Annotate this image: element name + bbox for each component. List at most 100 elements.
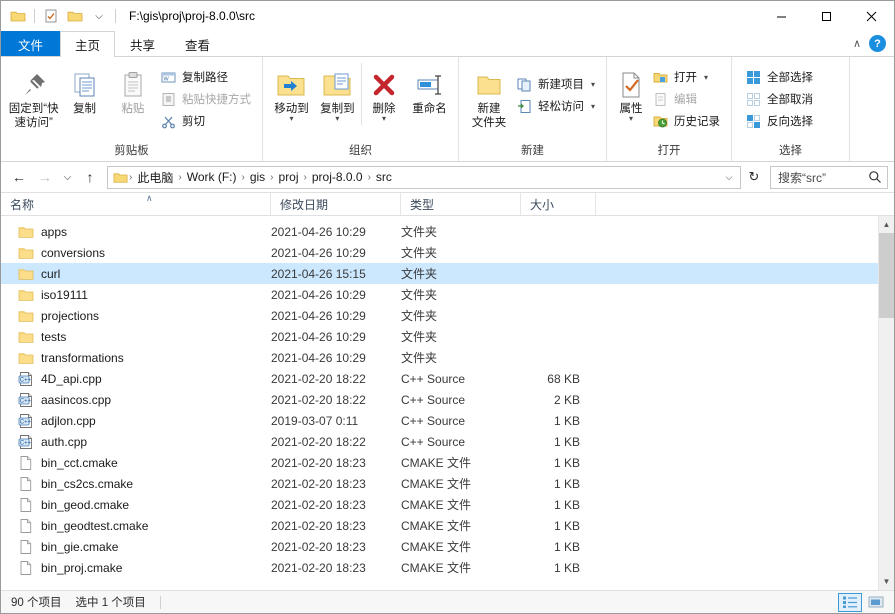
tab-view[interactable]: 查看 — [170, 31, 225, 56]
column-header-type-label: 类型 — [410, 197, 435, 212]
column-header-type[interactable]: 类型 — [401, 193, 521, 215]
open-caret-icon[interactable]: ▾ — [704, 73, 708, 82]
copy-to-caret-icon[interactable]: ▾ — [335, 115, 339, 123]
table-row[interactable]: bin_cct.cmake 2021-02-20 18:23 CMAKE 文件 1 K… — [1, 452, 878, 473]
pin-to-quick-access-button[interactable]: 固定到“快速访问” — [7, 63, 60, 133]
file-type-cell: CMAKE 文件 — [401, 519, 472, 533]
breadcrumb-item-work-f[interactable]: Work (F:) — [183, 169, 241, 185]
file-date-cell: 2019-03-07 0:11 — [271, 413, 359, 428]
address-bar[interactable]: › 此电脑 › Work (F:) › gis › proj › proj-8.… — [107, 165, 741, 189]
large-icons-view-icon[interactable] — [864, 593, 888, 612]
breadcrumb-item-proj[interactable]: proj — [275, 169, 303, 185]
folder-icon — [18, 245, 34, 261]
table-row[interactable]: iso19111 2021-04-26 10:29 文件夹 — [1, 284, 878, 305]
help-icon[interactable]: ? — [869, 35, 886, 52]
breadcrumb-item-this-pc[interactable]: 此电脑 — [133, 168, 177, 187]
select-none-icon — [745, 91, 762, 108]
new-folder-button[interactable]: 新建 文件夹 — [465, 63, 513, 133]
edit-button[interactable]: 编辑 — [649, 88, 725, 110]
table-row[interactable]: bin_proj.cmake 2021-02-20 18:23 CMAKE 文件 1 … — [1, 557, 878, 578]
new-folder-icon[interactable] — [64, 5, 86, 27]
cut-label: 剪切 — [181, 116, 205, 128]
move-to-caret-icon[interactable]: ▾ — [289, 115, 293, 123]
properties-icon[interactable] — [40, 5, 62, 27]
table-row[interactable]: bin_geodtest.cmake 2021-02-20 18:23 CMAKE … — [1, 515, 878, 536]
copy-path-button[interactable]: W 复制路径 — [157, 66, 256, 88]
new-item-button[interactable]: 新建项目 ▾ — [513, 73, 600, 95]
table-row[interactable]: conversions 2021-04-26 10:29 文件夹 — [1, 242, 878, 263]
minimize-button[interactable] — [759, 1, 804, 31]
breadcrumb-item-src[interactable]: src — [372, 169, 396, 185]
easy-access-label: 轻松访问 — [537, 101, 584, 113]
recent-locations-button[interactable]: ⌵ — [59, 165, 76, 189]
paste-button[interactable]: 粘贴 — [109, 63, 157, 119]
details-view-icon[interactable] — [838, 592, 862, 612]
breadcrumb-item-gis[interactable]: gis — [246, 169, 269, 185]
select-none-button[interactable]: 全部取消 — [742, 88, 818, 110]
rename-button[interactable]: 重命名 — [407, 63, 452, 119]
table-row[interactable]: projections 2021-04-26 10:29 文件夹 — [1, 305, 878, 326]
tab-file[interactable]: 文件 — [1, 31, 61, 56]
file-name-label: auth.cpp — [41, 434, 88, 449]
file-date-cell: 2021-02-20 18:23 — [271, 497, 366, 512]
delete-button[interactable]: 删除 ▾ — [360, 63, 406, 125]
ribbon-group-select: 全部选择 全部取消 反向选择 选择 — [732, 57, 850, 161]
copy-button[interactable]: 复制 — [60, 63, 108, 119]
column-header-size[interactable]: 大小 — [521, 193, 596, 215]
table-row[interactable]: tests 2021-04-26 10:29 文件夹 — [1, 326, 878, 347]
select-all-button[interactable]: 全部选择 — [742, 66, 818, 88]
qat-dropdown-icon[interactable]: ⌵ — [88, 5, 110, 27]
new-item-caret-icon[interactable]: ▾ — [591, 80, 595, 89]
column-header-name[interactable]: 名称 ∧ — [1, 193, 271, 215]
table-row[interactable]: C++ adjlon.cpp 2019-03-07 0:11 C++ Source 1 … — [1, 410, 878, 431]
breadcrumb-item-proj-8-0-0[interactable]: proj-8.0.0 — [308, 169, 367, 185]
scroll-up-icon[interactable]: ▲ — [879, 216, 895, 233]
select-group-title: 选择 — [779, 145, 802, 157]
paste-shortcut-button[interactable]: 粘贴快捷方式 — [157, 88, 256, 110]
file-type-cell: 文件夹 — [401, 309, 438, 323]
table-row[interactable]: bin_cs2cs.cmake 2021-02-20 18:23 CMAKE 文件 1… — [1, 473, 878, 494]
properties-icon — [618, 66, 644, 100]
scrollbar-track[interactable] — [878, 233, 894, 573]
table-row[interactable]: transformations 2021-04-26 10:29 文件夹 — [1, 347, 878, 368]
table-row[interactable]: C++ aasincos.cpp 2021-02-20 18:22 C++ Sourc… — [1, 389, 878, 410]
close-button[interactable] — [849, 1, 894, 31]
search-input[interactable]: 搜索“src” — [778, 169, 867, 186]
generic-file-icon — [18, 476, 34, 492]
column-header-date[interactable]: 修改日期 — [271, 193, 401, 215]
properties-caret-icon[interactable]: ▾ — [629, 115, 633, 123]
maximize-button[interactable] — [804, 1, 849, 31]
table-row[interactable]: apps 2021-04-26 10:29 文件夹 — [1, 221, 878, 242]
tab-share[interactable]: 共享 — [115, 31, 170, 56]
easy-access-caret-icon[interactable]: ▾ — [591, 102, 595, 111]
tab-home[interactable]: 主页 — [60, 31, 116, 57]
back-button[interactable]: ← — [7, 165, 31, 189]
folder-icon[interactable] — [7, 5, 29, 27]
table-row[interactable]: C++ auth.cpp 2021-02-20 18:22 C++ Source 1 K… — [1, 431, 878, 452]
clipboard-group-title: 剪贴板 — [114, 145, 149, 157]
copy-to-button[interactable]: 复制到 ▾ — [315, 63, 360, 125]
folder-icon — [18, 287, 34, 303]
collapse-ribbon-icon[interactable]: ∧ — [853, 37, 861, 50]
table-row[interactable]: curl 2021-04-26 15:15 文件夹 — [1, 263, 878, 284]
move-to-button[interactable]: 移动到 ▾ — [269, 63, 314, 125]
forward-button[interactable]: → — [33, 165, 57, 189]
scroll-down-icon[interactable]: ▼ — [879, 573, 895, 590]
table-row[interactable]: bin_geod.cmake 2021-02-20 18:23 CMAKE 文件 1 … — [1, 494, 878, 515]
easy-access-button[interactable]: 轻松访问 ▾ — [513, 95, 600, 117]
up-button[interactable]: ↑ — [78, 165, 102, 189]
scrollbar-thumb[interactable] — [878, 233, 894, 318]
chevron-down-icon[interactable]: ⌵ — [720, 172, 738, 183]
search-box[interactable]: 搜索“src” — [770, 165, 888, 189]
refresh-button[interactable]: ↻ — [743, 167, 765, 188]
vertical-scrollbar[interactable]: ▲ ▼ — [878, 216, 894, 590]
invert-selection-button[interactable]: 反向选择 — [742, 110, 818, 132]
file-name-label: tests — [41, 329, 67, 344]
cut-button[interactable]: 剪切 — [157, 110, 256, 132]
open-button[interactable]: 打开 ▾ — [649, 66, 725, 88]
properties-button[interactable]: 属性 ▾ — [613, 63, 649, 125]
delete-caret-icon[interactable]: ▾ — [382, 115, 386, 123]
table-row[interactable]: C++ 4D_api.cpp 2021-02-20 18:22 C++ Source 6… — [1, 368, 878, 389]
table-row[interactable]: bin_gie.cmake 2021-02-20 18:23 CMAKE 文件 1 K… — [1, 536, 878, 557]
history-button[interactable]: 历史记录 — [649, 110, 725, 132]
